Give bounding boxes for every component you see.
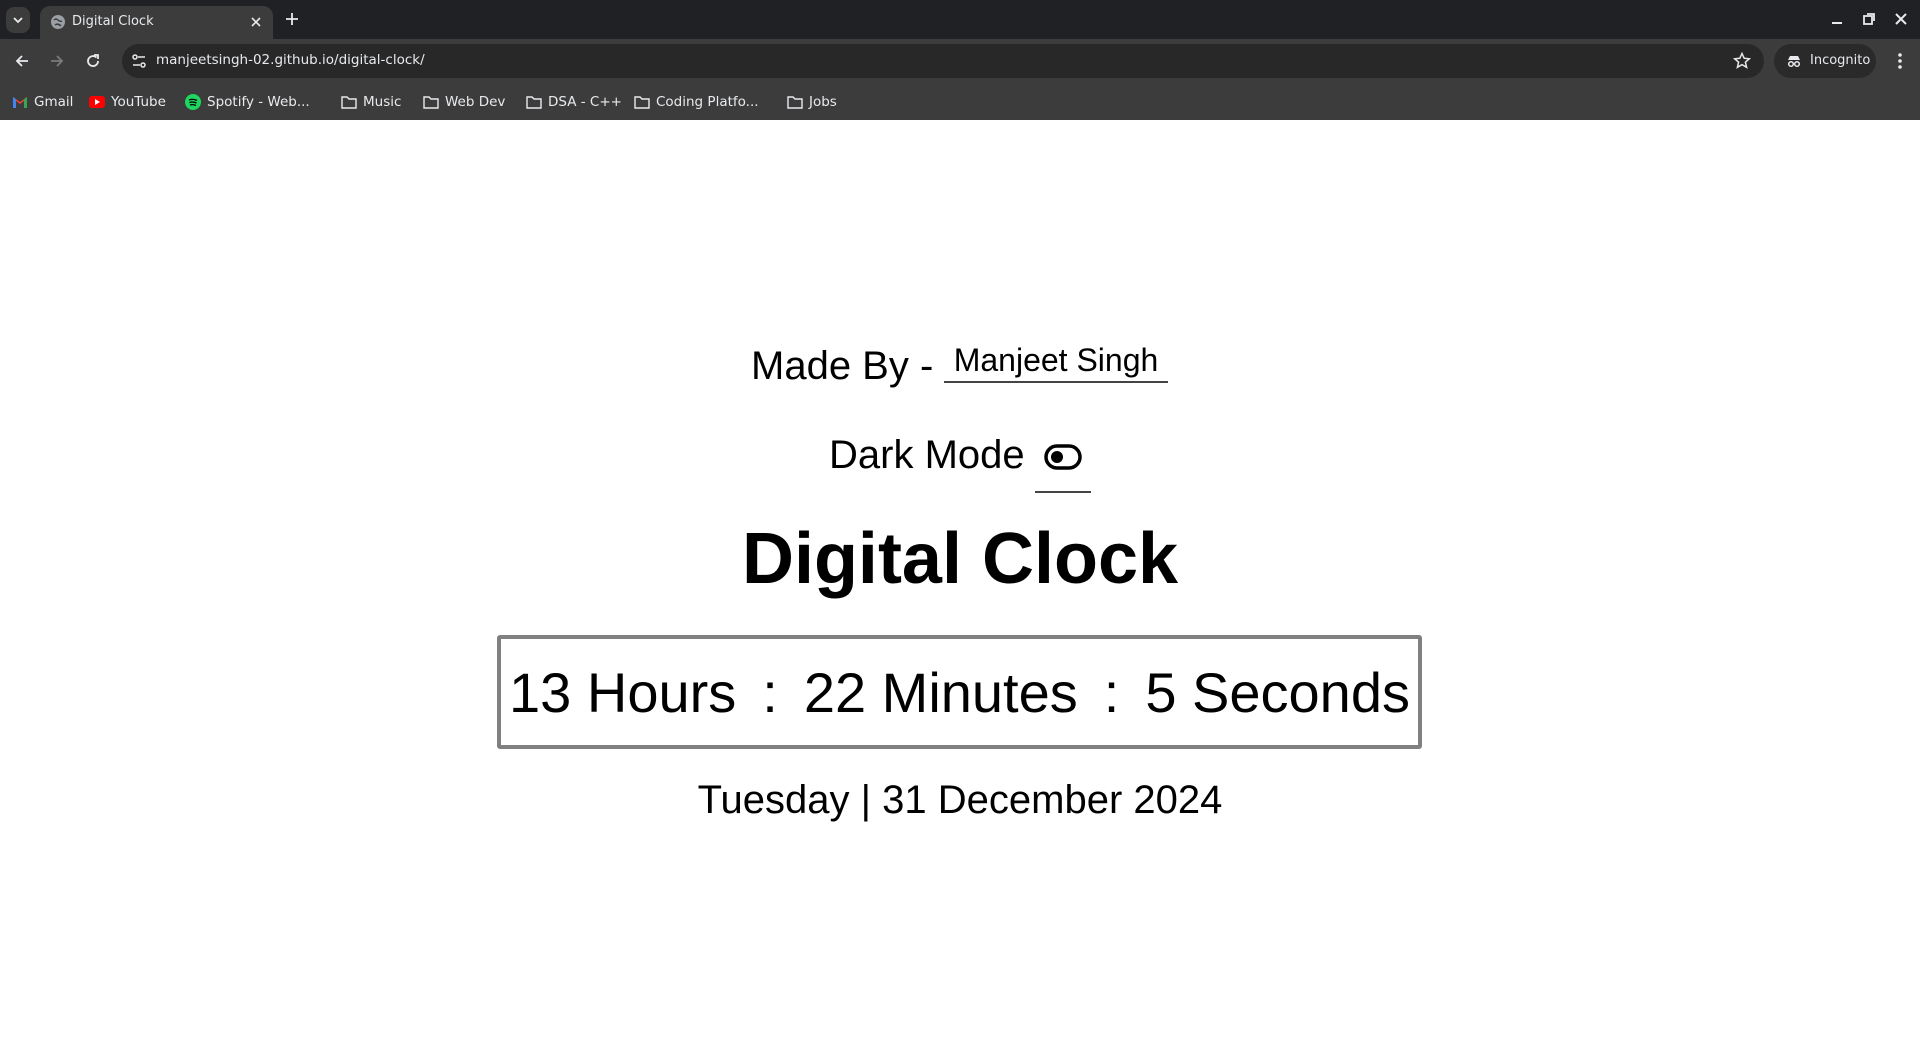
spotify-icon [185,94,201,110]
clock-separator: : [762,660,778,724]
tab-strip: Digital Clock [0,0,1920,39]
tab-title: Digital Clock [72,14,154,29]
toggle-off-icon [1044,444,1082,470]
bookmark-gmail[interactable]: Gmail [12,92,73,112]
folder-icon [634,96,650,109]
bookmark-label: Spotify - Web... [207,94,310,110]
more-vert-icon[interactable] [1890,51,1910,71]
dark-mode-label: Dark Mode [829,433,1025,477]
folder-icon [423,96,439,109]
clock-display: 13 Hours : 22 Minutes : 5 Seconds [497,635,1422,749]
made-by-label: Made By - [751,344,934,388]
bookmark-folder-web-dev[interactable]: Web Dev [423,92,505,112]
bookmark-folder-jobs[interactable]: Jobs [787,92,837,112]
page-content: Made By - Dark Mode Digital Clock 13 Hou… [0,120,1920,1048]
browser-toolbar: manjeetsingh-02.github.io/digital-clock/… [0,39,1920,84]
close-window-icon[interactable] [1894,12,1908,26]
forward-arrow-icon[interactable] [47,51,67,71]
bookmark-folder-music[interactable]: Music [341,92,401,112]
clock-hours: 13 Hours [509,660,737,724]
bookmark-label: Music [363,94,402,110]
bookmark-folder-coding[interactable]: Coding Platfo... [634,92,759,112]
clock-minutes: 22 Minutes [803,660,1078,724]
clock-seconds: 5 Seconds [1145,660,1410,724]
bookmark-label: Coding Platfo... [656,94,759,110]
site-info-icon[interactable] [130,52,148,70]
clock-separator: : [1103,660,1120,724]
tab-search-button[interactable] [6,7,30,33]
bookmark-label: Gmail [34,94,74,110]
bookmarks-bar: Gmail YouTube Spotify - Web... Music Web… [0,84,1920,120]
incognito-icon [1787,56,1801,68]
folder-icon [341,96,357,109]
gmail-icon [13,97,27,108]
active-tab[interactable]: Digital Clock [40,6,273,39]
page-title: Digital Clock [741,519,1179,599]
date-display: Tuesday | 31 December 2024 [697,778,1223,822]
chevron-down-icon [13,17,23,24]
restore-icon[interactable] [1862,12,1876,26]
youtube-icon [89,96,105,108]
globe-icon [51,15,65,29]
bookmark-label: YouTube [111,94,166,110]
close-icon[interactable] [249,15,263,29]
url-text[interactable]: manjeetsingh-02.github.io/digital-clock/ [156,52,425,68]
author-name-input[interactable] [944,340,1168,383]
minimize-icon[interactable] [1830,12,1844,26]
back-arrow-icon[interactable] [12,51,32,71]
folder-icon [787,96,803,109]
bookmark-spotify[interactable]: Spotify - Web... [185,92,310,112]
bookmark-label: Jobs [809,94,837,110]
bookmark-youtube[interactable]: YouTube [89,92,166,112]
bookmark-label: Web Dev [445,94,506,110]
address-bar[interactable]: manjeetsingh-02.github.io/digital-clock/ [122,44,1764,78]
folder-icon [526,96,542,109]
incognito-button[interactable]: Incognito [1774,44,1876,78]
new-tab-icon[interactable] [283,10,301,28]
bookmark-folder-dsa[interactable]: DSA - C++ [526,92,622,112]
dark-mode-toggle[interactable] [1035,441,1091,493]
bookmark-star-icon[interactable] [1732,51,1752,71]
bookmark-label: DSA - C++ [548,94,622,110]
incognito-label: Incognito [1810,53,1871,68]
reload-icon[interactable] [83,51,103,71]
